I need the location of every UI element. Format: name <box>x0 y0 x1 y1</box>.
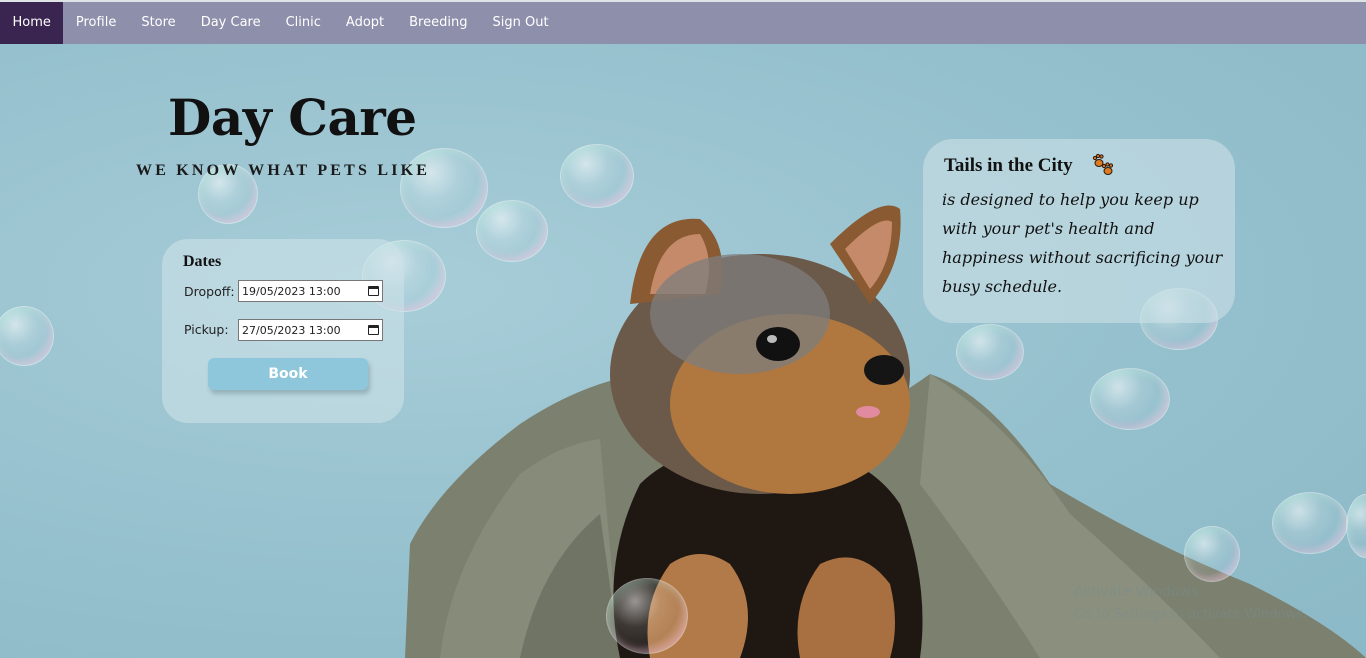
bubble <box>476 200 548 262</box>
bubble <box>606 578 688 654</box>
book-button[interactable]: Book <box>208 358 368 390</box>
nav-sign-out[interactable]: Sign Out <box>480 2 561 44</box>
nav-store[interactable]: Store <box>129 2 188 44</box>
page-title: Day Care <box>168 88 417 147</box>
booking-card: Dates Dropoff: 19/05/2023 13:00 Pickup: … <box>162 239 404 423</box>
booking-heading: Dates <box>183 253 222 270</box>
pickup-label: Pickup: <box>184 322 229 337</box>
bubble <box>560 144 634 208</box>
windows-watermark-title: Activate Windows <box>1074 584 1199 600</box>
info-card: Tails in the City is designed to help yo… <box>923 139 1235 323</box>
dropoff-value: 19/05/2023 13:00 <box>242 284 341 298</box>
bubble <box>400 148 488 228</box>
calendar-icon[interactable] <box>368 325 379 335</box>
pickup-value: 27/05/2023 13:00 <box>242 323 341 337</box>
page-subtitle: WE KNOW WHAT PETS LIKE <box>136 162 431 179</box>
main-nav: Home Profile Store Day Care Clinic Adopt… <box>0 2 1366 44</box>
nav-clinic[interactable]: Clinic <box>273 2 333 44</box>
nav-adopt[interactable]: Adopt <box>333 2 396 44</box>
nav-breeding[interactable]: Breeding <box>397 2 480 44</box>
calendar-icon[interactable] <box>368 286 379 296</box>
bubble <box>1184 526 1240 582</box>
pickup-datetime-input[interactable]: 27/05/2023 13:00 <box>238 319 383 341</box>
info-heading: Tails in the City <box>944 155 1073 176</box>
bubble <box>1090 368 1170 430</box>
nav-profile[interactable]: Profile <box>63 2 128 44</box>
bubble <box>1272 492 1348 554</box>
info-description: is designed to help you keep up with you… <box>942 190 1223 296</box>
windows-watermark-subtitle: Go to Settings to activate Windows. <box>1074 607 1307 622</box>
nav-home[interactable]: Home <box>0 2 64 44</box>
nav-day-care[interactable]: Day Care <box>188 2 273 44</box>
dropoff-datetime-input[interactable]: 19/05/2023 13:00 <box>238 280 383 302</box>
bubble <box>956 324 1024 380</box>
paw-icon <box>1092 153 1114 175</box>
dropoff-label: Dropoff: <box>184 284 235 299</box>
